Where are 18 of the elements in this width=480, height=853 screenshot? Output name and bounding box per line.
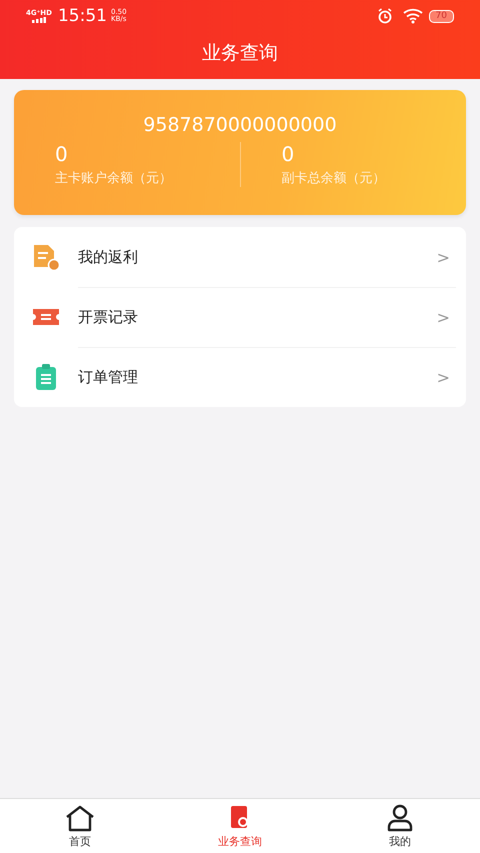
page-title: 业务查询 [202,40,278,66]
alarm-icon [376,8,393,24]
wifi-icon [402,8,425,24]
balance-label: 副卡总余额（元） [282,170,386,187]
battery-indicator: 70 [428,10,454,22]
menu-item[interactable]: 开票记录 > [14,287,466,347]
balance-amount: 0 [282,142,294,166]
status-time: 15:51 [58,6,107,26]
card-number: 9587870000000000 [143,114,337,136]
tab-item[interactable]: 我的 [320,799,480,853]
tab-item[interactable]: 首页 [0,799,160,853]
balance-label: 主卡账户余额（元） [55,170,172,187]
tab-item[interactable]: 业务查询 [160,799,320,853]
menu-item[interactable]: 我的返利 > [14,227,466,287]
home-icon [64,804,96,832]
document-coin-icon [32,243,60,271]
menu-item[interactable]: 订单管理 > [14,347,466,407]
balance-amount: 0 [55,142,68,166]
